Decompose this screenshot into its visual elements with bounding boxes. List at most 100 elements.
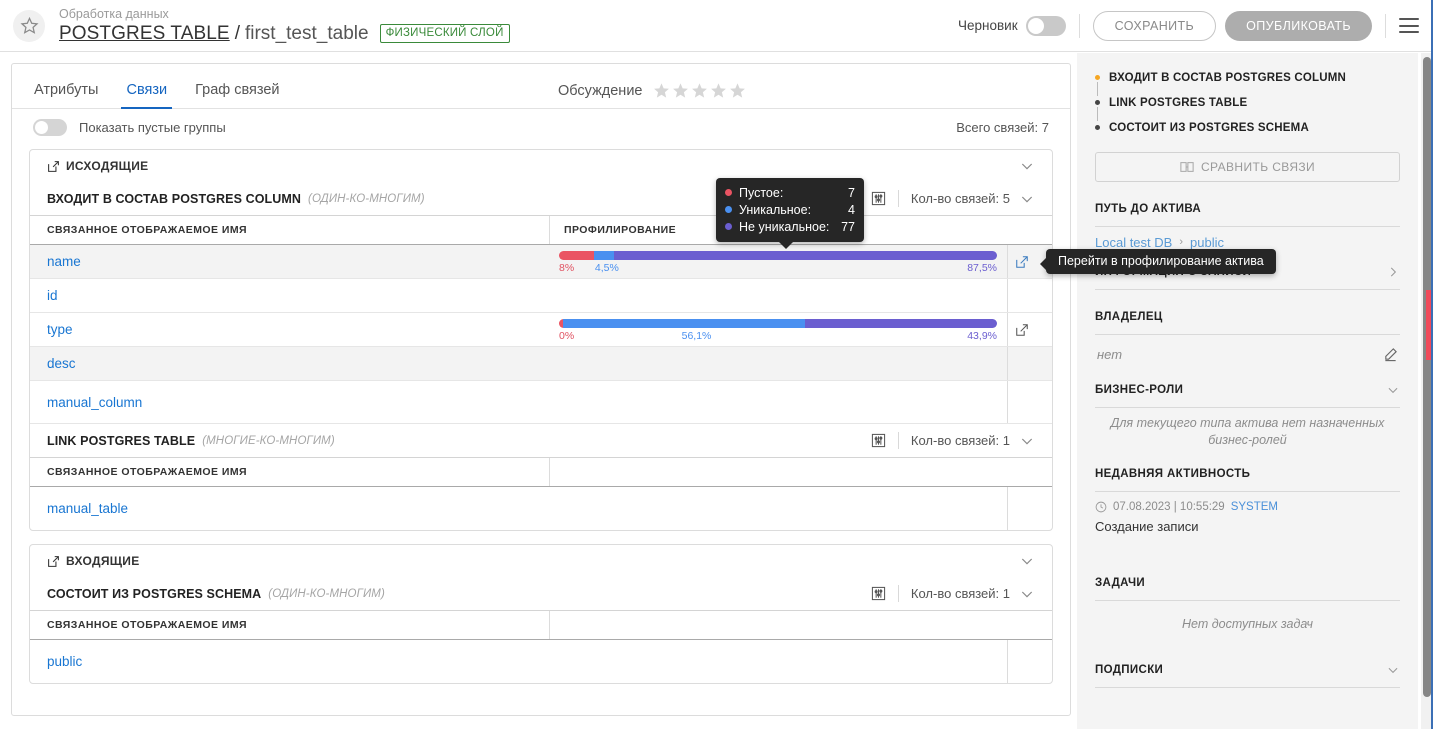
profiling-icon[interactable] [871, 433, 886, 448]
profiling-action-placeholder [1007, 381, 1035, 423]
divider [898, 585, 899, 602]
activity-user[interactable]: SYSTEM [1231, 501, 1278, 513]
application-root: Обработка данных POSTGRES TABLE / first_… [0, 0, 1433, 729]
draft-toggle[interactable] [1026, 16, 1066, 36]
profiling-bar[interactable] [559, 319, 997, 328]
discussion-label[interactable]: Обсуждение [558, 83, 642, 99]
tab-bar: Атрибуты Связи Граф связей Обсуждение [12, 64, 1070, 109]
relation-count: Кол-во связей: 1 [911, 586, 1010, 601]
relation-header-postgres-schema: СОСТОИТ ИЗ POSTGRES SCHEMA (ОДИН-КО-МНОГ… [30, 577, 1052, 611]
column-header-profiling [549, 611, 1035, 639]
related-asset-link[interactable]: manual_table [47, 487, 549, 530]
draft-label: Черновик [958, 18, 1018, 33]
profiling-icon[interactable] [871, 191, 886, 206]
profiling-icon[interactable] [871, 586, 886, 601]
tab-relation-graph[interactable]: Граф связей [193, 82, 281, 108]
table-row[interactable]: id [30, 279, 1052, 313]
bar-segment-unique [563, 319, 804, 328]
label-not-unique-pct: 43,9% [967, 330, 997, 342]
relation-name: ВХОДИТ В СОСТАВ POSTGRES COLUMN [47, 192, 301, 206]
page-title-row: POSTGRES TABLE / first_test_table ФИЗИЧЕ… [59, 23, 510, 45]
show-empty-groups-toggle[interactable] [33, 119, 67, 136]
chevron-down-icon[interactable] [1019, 433, 1035, 449]
publish-button[interactable]: ОПУБЛИКОВАТЬ [1225, 11, 1372, 41]
sidebar-scrollbar-thumb[interactable] [1423, 57, 1431, 697]
chevron-down-icon[interactable] [1019, 158, 1035, 174]
star-icon[interactable] [710, 82, 727, 99]
table-row[interactable]: public [30, 640, 1052, 683]
legend-dot-empty [725, 189, 732, 196]
business-roles-section[interactable]: БИЗНЕС-РОЛИ [1095, 379, 1400, 401]
sidebar-relation-item-postgres-column[interactable]: ВХОДИТ В СОСТАВ POSTGRES COLUMN [1095, 65, 1400, 90]
related-asset-link[interactable]: desc [47, 347, 549, 380]
bullet-dot-icon [1095, 100, 1100, 105]
path-link-schema[interactable]: public [1190, 235, 1224, 250]
profiling-action-placeholder [1007, 347, 1035, 380]
tab-relations[interactable]: Связи [124, 82, 169, 108]
profiling-bar[interactable] [559, 251, 997, 260]
tab-attributes[interactable]: Атрибуты [32, 82, 100, 108]
total-links-count: Всего связей: 7 [956, 120, 1049, 135]
open-profiling-button[interactable] [1007, 245, 1035, 278]
subscriptions-section[interactable]: ПОДПИСКИ [1095, 659, 1400, 681]
star-icon[interactable] [691, 82, 708, 99]
relation-label: СОСТОИТ ИЗ POSTGRES SCHEMA [1109, 122, 1309, 134]
external-link-icon [1015, 255, 1029, 269]
asset-type-link[interactable]: POSTGRES TABLE [59, 23, 230, 45]
favorite-star-button[interactable] [13, 10, 45, 42]
sidebar-relation-item-postgres-schema[interactable]: СОСТОИТ ИЗ POSTGRES SCHEMA [1095, 115, 1400, 140]
path-link-database[interactable]: Local test DB [1095, 235, 1172, 250]
profiling-cell: 8% 4,5% 87,5% [549, 245, 1035, 278]
table-row[interactable]: name 8% 4,5% 87,5% [30, 245, 1052, 279]
outgoing-icon [47, 160, 60, 173]
rating-stars[interactable] [653, 82, 746, 99]
table-row[interactable]: type 0% 56,1% 43,9% [30, 313, 1052, 347]
bar-segment-unique [594, 251, 614, 260]
group-header-incoming[interactable]: ВХОДЯЩИЕ [30, 545, 1052, 577]
star-icon[interactable] [672, 82, 689, 99]
owner-section-title: ВЛАДЕЛЕЦ [1095, 306, 1400, 328]
owner-row: нет [1095, 335, 1400, 373]
chevron-down-icon[interactable] [1386, 383, 1400, 397]
profiling-bar-wrap [559, 507, 997, 510]
relation-name: СОСТОИТ ИЗ POSTGRES SCHEMA [47, 587, 261, 601]
chevron-down-icon[interactable] [1386, 663, 1400, 677]
chevron-right-icon[interactable] [1386, 265, 1400, 279]
sidebar-relation-item-link-postgres-table[interactable]: LINK POSTGRES TABLE [1095, 90, 1400, 115]
related-asset-link[interactable]: type [47, 313, 549, 346]
tooltip-row-not-unique: Не уникальное: 77 [725, 218, 855, 235]
business-roles-title: БИЗНЕС-РОЛИ [1095, 384, 1183, 396]
star-icon[interactable] [729, 82, 746, 99]
relation-header-postgres-column: ВХОДИТ В СОСТАВ POSTGRES COLUMN (ОДИН-КО… [30, 182, 1052, 216]
related-asset-link[interactable]: name [47, 245, 549, 278]
compare-relations-button[interactable]: СРАВНИТЬ СВЯЗИ [1095, 152, 1400, 182]
tasks-title: ЗАДАЧИ [1095, 572, 1400, 594]
open-profiling-button[interactable] [1007, 313, 1035, 346]
group-header-outgoing[interactable]: ИСХОДЯЩИЕ [30, 150, 1052, 182]
incoming-icon [47, 555, 60, 568]
table-row[interactable]: desc [30, 347, 1052, 381]
menu-icon[interactable] [1399, 18, 1419, 33]
chevron-down-icon[interactable] [1019, 586, 1035, 602]
draft-toggle-knob [1028, 18, 1044, 34]
table-row[interactable]: manual_table [30, 487, 1052, 530]
profiling-action-placeholder [1007, 640, 1035, 683]
activity-meta-row: 07.08.2023 | 10:55:29 SYSTEM [1095, 496, 1400, 518]
chevron-down-icon[interactable] [1019, 553, 1035, 569]
table-column-headers: СВЯЗАННОЕ ОТОБРАЖАЕМОЕ ИМЯ [30, 458, 1052, 487]
star-icon[interactable] [653, 82, 670, 99]
chevron-down-icon[interactable] [1019, 191, 1035, 207]
subscriptions-title: ПОДПИСКИ [1095, 664, 1163, 676]
related-asset-link[interactable]: manual_column [47, 381, 549, 423]
related-asset-link[interactable]: id [47, 279, 549, 312]
save-button[interactable]: СОХРАНИТЬ [1093, 11, 1217, 41]
related-asset-link[interactable]: public [47, 640, 549, 683]
activity-timestamp: 07.08.2023 | 10:55:29 [1113, 501, 1225, 513]
relation-name: LINK POSTGRES TABLE [47, 434, 195, 448]
bullet-dot-icon [1095, 75, 1100, 80]
relation-label: ВХОДИТ В СОСТАВ POSTGRES COLUMN [1109, 72, 1346, 84]
profiling-cell [549, 487, 1035, 530]
edit-pencil-icon[interactable] [1383, 347, 1398, 362]
table-row[interactable]: manual_column [30, 381, 1052, 424]
compare-icon [1180, 160, 1194, 174]
